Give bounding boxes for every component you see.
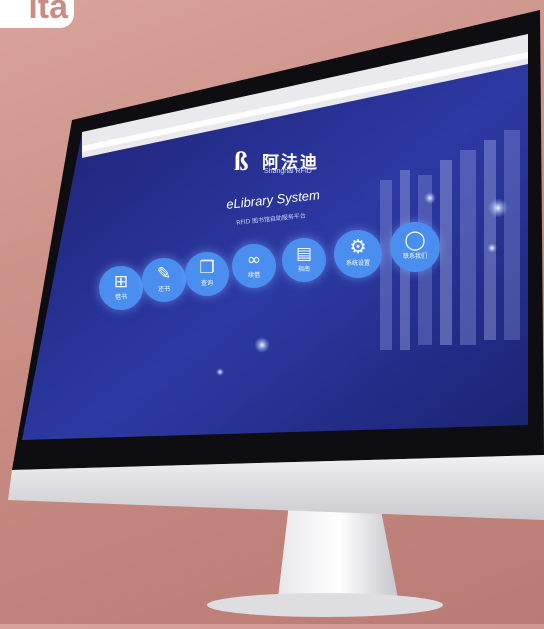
menu-label: 指南 (297, 266, 310, 273)
menu-button-return[interactable]: ✎ 还书 (142, 258, 186, 302)
cart-icon: ⊞ (113, 272, 129, 292)
menu-label: 查询 (200, 280, 213, 287)
menu-button-borrow[interactable]: ⊞ 借书 (99, 266, 143, 310)
menu-label: 借书 (114, 294, 127, 301)
edit-icon: ✎ (156, 264, 172, 284)
chat-icon: ◯ (404, 229, 426, 251)
menu-button-search[interactable]: ❐ 查询 (185, 252, 229, 296)
menu-button-guide[interactable]: ▤ 指南 (282, 238, 326, 282)
menu-button-renew[interactable]: ∞ 续借 (232, 244, 276, 288)
menu-label: 联系我们 (402, 253, 427, 260)
menu-button-contact[interactable]: ◯ 联系我们 (390, 222, 440, 272)
book-icon: ▤ (295, 244, 313, 264)
loop-icon: ∞ (246, 250, 262, 270)
menu-button-settings[interactable]: ⚙ 系统设置 (334, 230, 382, 278)
menu-label: 系统设置 (345, 260, 370, 267)
documents-icon: ❐ (199, 258, 215, 278)
menu: ⊞ 借书 ✎ 还书 ❐ 查询 ∞ 续借 ▤ 指南 ⚙ 系统设置 ◯ 联系我们 (0, 0, 544, 624)
menu-label: 续借 (247, 272, 260, 279)
gear-icon: ⚙ (349, 236, 367, 258)
menu-label: 还书 (157, 286, 170, 293)
product-scene: ita ß 阿法迪 Shanghai RFID eLibrary System … (0, 0, 544, 624)
